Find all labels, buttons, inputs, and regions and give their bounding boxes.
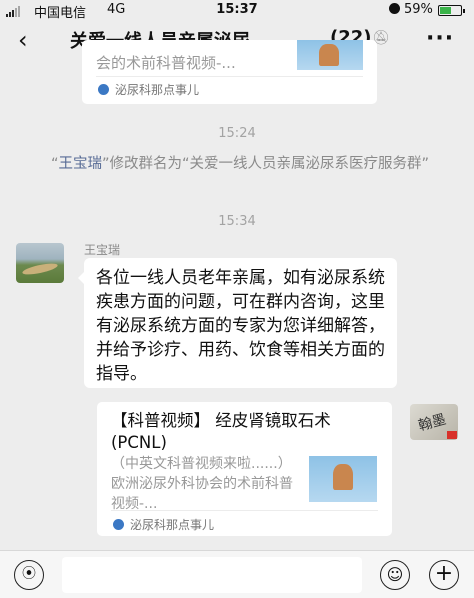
card-description: 会的术前科普视频-... [96,54,236,72]
system-notice-text: ”修改群名为“关爱一线人员亲属泌尿系医疗服务群” [101,156,430,172]
source-icon [113,519,124,530]
card-source-label: 泌尿科那点事儿 [130,518,215,532]
timestamp: 15:34 [218,214,256,229]
plus-icon[interactable]: + [429,560,459,590]
alarm-icon [389,3,400,14]
battery-percent: 59% [404,2,433,17]
system-notice-name[interactable]: 王宝瑞 [58,156,102,172]
message-input[interactable] [62,557,362,593]
back-icon[interactable]: ‹ [18,26,28,54]
sender-name: 王宝瑞 [84,243,121,257]
status-time: 15:37 [216,2,258,17]
link-card-previous[interactable]: 会的术前科普视频-... 泌尿科那点事儿 [82,40,377,104]
avatar[interactable] [16,243,64,283]
card-source-label: 泌尿科那点事儿 [115,83,200,97]
message-bubble[interactable]: 各位一线人员老年亲属，如有泌尿系统疾患方面的问题，可在群内咨询，这里有泌尿系统方… [78,258,397,388]
card-thumbnail [309,456,377,502]
emoji-icon[interactable]: ☺ [380,560,410,590]
battery-icon [438,5,465,16]
card-divider [96,76,363,77]
more-icon[interactable]: ··· [426,26,454,51]
voice-icon[interactable]: ⦿ [14,560,44,590]
status-bar: 中国电信 4G 15:37 59% [0,0,474,22]
card-source: 泌尿科那点事儿 [98,81,199,98]
card-divider [111,510,378,511]
input-bar: ⦿ ☺ + [0,550,474,598]
link-card[interactable]: 【科普视频】 经皮肾镜取石术 (PCNL) （中英文科普视频来啦......）欧… [97,402,392,536]
source-icon [98,84,109,95]
system-notice: “王宝瑞”修改群名为“关爱一线人员亲属泌尿系医疗服务群” [40,153,440,175]
timestamp: 15:24 [218,126,256,141]
card-description: （中英文科普视频来啦......）欧洲泌尿外科协会的术前科普视频-... [111,456,293,512]
card-title: 【科普视频】 经皮肾镜取石术 (PCNL) [111,411,331,452]
card-source: 泌尿科那点事儿 [113,516,214,533]
my-avatar[interactable]: 翰墨 [410,404,458,440]
card-thumbnail [297,40,363,70]
